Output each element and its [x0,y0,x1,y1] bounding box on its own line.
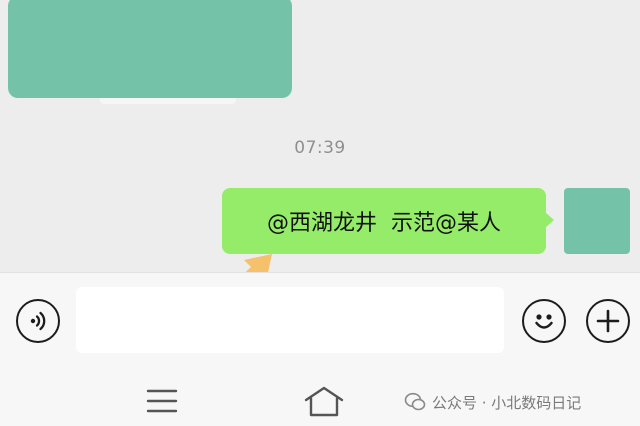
emoji-button[interactable] [522,299,566,343]
sent-message-tail [545,212,554,228]
plus-button[interactable] [586,299,630,343]
home-icon[interactable] [302,384,346,418]
voice-icon [30,311,46,331]
chat-area: 07:39 @西湖龙井 示范@某人 [0,0,640,304]
wechat-icon [404,392,426,411]
previous-message-strip [100,98,236,104]
emoji-icon [535,314,553,329]
watermark-text: 公众号 · 小北数码日记 [432,393,582,412]
message-timestamp: 07:39 [294,138,346,158]
system-nav-bar: 公众号 · 小北数码日记 [0,364,640,426]
menu-icon[interactable] [146,388,178,414]
message-input[interactable] [76,287,504,353]
avatar[interactable] [564,188,630,254]
watermark: 公众号 · 小北数码日记 [404,390,581,414]
plus-icon [596,309,620,333]
input-bar [0,272,640,364]
voice-button[interactable] [16,299,60,343]
previous-message-bubble[interactable] [8,0,292,98]
